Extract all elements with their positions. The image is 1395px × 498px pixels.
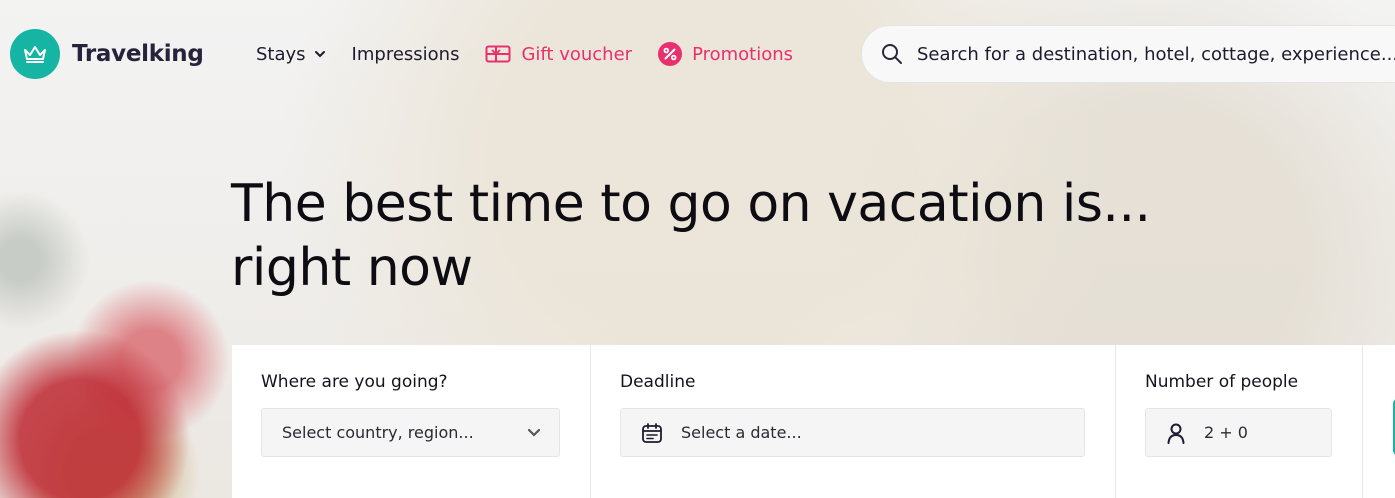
destination-placeholder: Select country, region... xyxy=(282,423,474,442)
nav-gift-voucher-label: Gift voucher xyxy=(521,43,633,65)
people-field: Number of people 2 + 0 xyxy=(1116,345,1363,498)
nav-gift-voucher[interactable]: Gift voucher xyxy=(485,44,632,65)
date-placeholder: Select a date... xyxy=(681,423,802,442)
page: Travelking Stays Impressions Gift vouche… xyxy=(0,0,1395,498)
booking-panel: Where are you going? Select country, reg… xyxy=(232,345,1395,498)
chevron-down-icon xyxy=(527,428,541,437)
search-action-field xyxy=(1363,345,1395,498)
hero-title-line2: right now xyxy=(231,238,473,298)
main-nav: Stays Impressions Gift voucher Promotion… xyxy=(256,42,819,66)
nav-stays[interactable]: Stays xyxy=(256,44,326,65)
deadline-label: Deadline xyxy=(620,372,696,392)
nav-promotions-label: Promotions xyxy=(692,43,794,65)
brand-name: Travelking xyxy=(72,41,204,67)
nav-promotions[interactable]: Promotions xyxy=(658,42,793,66)
crown-icon xyxy=(10,29,60,79)
nav-impressions[interactable]: Impressions xyxy=(352,44,460,65)
hero-title-line1: The best time to go on vacation is... xyxy=(231,174,1151,234)
person-icon xyxy=(1166,422,1186,444)
nav-stays-label: Stays xyxy=(256,43,306,65)
destination-field: Where are you going? Select country, reg… xyxy=(232,345,591,498)
people-selector[interactable]: 2 + 0 xyxy=(1145,408,1332,457)
hero-title: The best time to go on vacation is... ri… xyxy=(231,172,1231,300)
site-header: Travelking Stays Impressions Gift vouche… xyxy=(0,0,1395,108)
calendar-icon xyxy=(641,422,663,444)
people-value: 2 + 0 xyxy=(1204,423,1248,442)
destination-select[interactable]: Select country, region... xyxy=(261,408,560,457)
deadline-field: Deadline Select a date... xyxy=(591,345,1116,498)
destination-label: Where are you going? xyxy=(261,372,448,392)
search-icon xyxy=(881,43,903,65)
nav-impressions-label: Impressions xyxy=(351,43,460,65)
date-picker[interactable]: Select a date... xyxy=(620,408,1085,457)
percent-badge-icon xyxy=(658,42,683,66)
people-label: Number of people xyxy=(1145,372,1299,392)
gift-card-icon xyxy=(485,44,511,64)
brand-logo[interactable]: Travelking xyxy=(10,29,204,79)
search-input[interactable] xyxy=(917,43,1395,65)
search-bar xyxy=(861,25,1395,83)
chevron-down-icon xyxy=(314,50,326,58)
